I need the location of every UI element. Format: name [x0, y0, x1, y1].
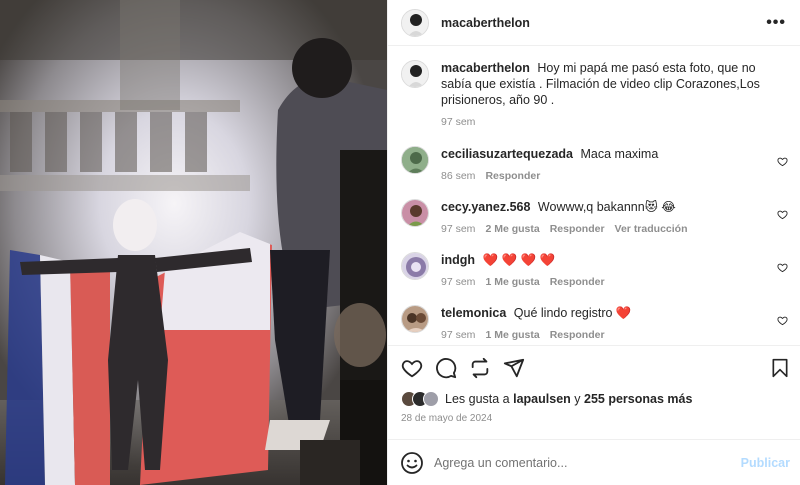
liker-avatar: [423, 391, 439, 407]
more-icon[interactable]: •••: [766, 14, 786, 32]
comment-time[interactable]: 97 sem: [441, 223, 475, 235]
liker-avatars[interactable]: [401, 391, 439, 407]
comment-likes-count[interactable]: 2 Me gusta: [485, 223, 539, 235]
commenter-avatar-image: [402, 200, 428, 226]
comment-reply-button[interactable]: Responder: [485, 170, 540, 182]
instagram-post: macaberthelon ••• macaberthelon Hoy mi p…: [0, 0, 800, 485]
comment-username[interactable]: cecy.yanez.568: [441, 200, 530, 214]
comment-input[interactable]: [434, 455, 741, 470]
commenter-avatar-image: [402, 306, 428, 332]
caption-avatar[interactable]: [401, 60, 429, 88]
caption: macaberthelon Hoy mi papá me pasó esta f…: [401, 60, 788, 128]
emoji-icon[interactable]: [400, 451, 424, 475]
commenter-avatar[interactable]: [401, 146, 429, 174]
post-actions: [388, 345, 800, 389]
heart-icon-graphic: [401, 359, 423, 377]
likes-summary: Les gusta a lapaulsen y 255 personas más: [388, 389, 800, 409]
post-photo-image: [0, 0, 387, 485]
post-date[interactable]: 28 de mayo de 2024: [388, 409, 800, 431]
comment-item: ceciliasuzartequezada Maca maxima 86 sem…: [401, 146, 788, 182]
comment-username[interactable]: ceciliasuzartequezada: [441, 147, 573, 161]
commenter-avatar[interactable]: [401, 199, 429, 227]
comment-likes-count[interactable]: 1 Me gusta: [485, 276, 539, 288]
comment-time[interactable]: 97 sem: [441, 276, 475, 288]
comment-text: Wowww,q bakannn😻 😂: [537, 200, 676, 214]
heart-icon[interactable]: [400, 356, 424, 380]
comment-username[interactable]: telemonica: [441, 306, 506, 320]
comment-time[interactable]: 86 sem: [441, 170, 475, 182]
send-icon-graphic: [503, 358, 525, 377]
commenter-avatar-image: [402, 253, 428, 279]
comment-item: cecy.yanez.568 Wowww,q bakannn😻 😂 97 sem…: [401, 199, 788, 235]
comments-list: macaberthelon Hoy mi papá me pasó esta f…: [388, 46, 800, 345]
likes-user[interactable]: lapaulsen: [513, 392, 571, 406]
caption-time[interactable]: 97 sem: [441, 116, 475, 128]
author-avatar[interactable]: [401, 8, 429, 37]
comment-icon[interactable]: [434, 356, 458, 380]
caption-avatar-image: [402, 61, 428, 87]
bookmark-icon[interactable]: [768, 356, 792, 380]
comment-time[interactable]: 97 sem: [441, 329, 475, 341]
comment-item: telemonica Qué lindo registro ❤️ 97 sem …: [401, 305, 788, 341]
comment-icon-graphic: [436, 357, 457, 378]
comment-like-heart-icon[interactable]: [777, 209, 788, 220]
comment-text: ❤️ ❤️ ❤️ ❤️: [482, 253, 556, 267]
commenter-avatar[interactable]: [401, 305, 429, 333]
post-sidebar: macaberthelon ••• macaberthelon Hoy mi p…: [387, 0, 800, 485]
commenter-avatar-image: [402, 147, 428, 173]
likes-prefix: Les gusta a: [445, 392, 510, 406]
comment-item: indgh ❤️ ❤️ ❤️ ❤️ 97 sem 1 Me gusta Resp…: [401, 252, 788, 288]
author-avatar-image: [402, 9, 428, 36]
comment-text: Qué lindo registro ❤️: [513, 306, 632, 320]
repost-icon[interactable]: [468, 356, 492, 380]
add-comment-bar: Publicar: [388, 439, 800, 485]
comment-reply-button[interactable]: Responder: [550, 276, 605, 288]
likes-connector: y: [574, 392, 581, 406]
comment-like-heart-icon[interactable]: [777, 315, 788, 326]
comment-like-heart-icon[interactable]: [777, 262, 788, 273]
author-username[interactable]: macaberthelon: [441, 16, 530, 30]
publish-button[interactable]: Publicar: [741, 456, 790, 470]
post-photo[interactable]: [0, 0, 387, 485]
comment-translate-button[interactable]: Ver traducción: [615, 223, 688, 235]
post-header: macaberthelon •••: [388, 0, 800, 46]
comment-username[interactable]: indgh: [441, 253, 475, 267]
repost-icon-graphic: [471, 357, 489, 378]
caption-username[interactable]: macaberthelon: [441, 61, 530, 75]
comment-text: Maca maxima: [580, 147, 659, 161]
comment-like-heart-icon[interactable]: [777, 156, 788, 167]
send-icon[interactable]: [502, 356, 526, 380]
likes-others[interactable]: 255 personas más: [584, 392, 692, 406]
bookmark-icon-graphic: [772, 358, 788, 377]
comment-likes-count[interactable]: 1 Me gusta: [485, 329, 539, 341]
comment-reply-button[interactable]: Responder: [550, 223, 605, 235]
commenter-avatar[interactable]: [401, 252, 429, 280]
comment-reply-button[interactable]: Responder: [550, 329, 605, 341]
